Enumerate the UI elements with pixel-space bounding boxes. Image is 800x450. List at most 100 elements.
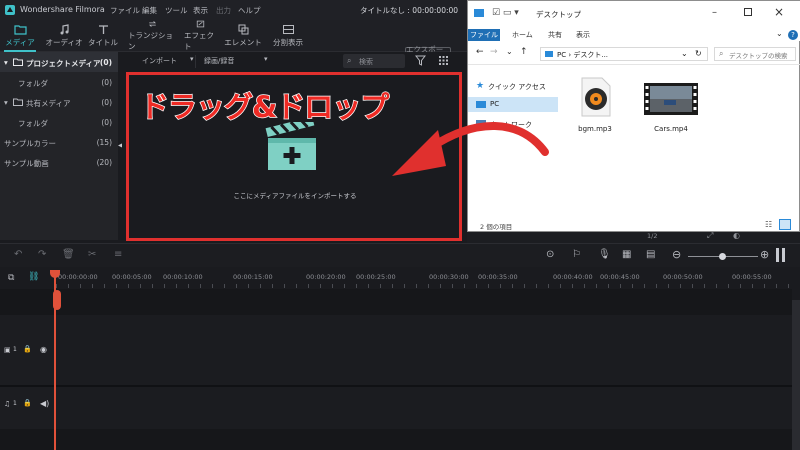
timeline-pause-bar-icon[interactable]: [782, 248, 785, 262]
ruler-tick-label: 00:00:45:00: [600, 273, 640, 281]
timeline-pause-bar-icon[interactable]: [776, 248, 779, 262]
sidebar-item-project-media[interactable]: ▾ プロジェクトメディア (0): [0, 52, 118, 72]
ruler-tick-label: 00:00:05:00: [112, 273, 152, 281]
playhead-marker[interactable]: [53, 290, 61, 310]
ruler-tick-label: 00:00:10:00: [163, 273, 203, 281]
menu-view[interactable]: 表示: [193, 5, 208, 16]
voiceover-icon[interactable]: ▤: [646, 249, 655, 260]
close-icon[interactable]: ×: [774, 5, 784, 19]
file-name: bgm.mp3: [578, 125, 612, 133]
path-input[interactable]: PC › デスクト... ⌄ ↻: [540, 47, 708, 61]
maximize-icon[interactable]: [744, 8, 752, 16]
sidebar-item-sample-videos[interactable]: サンプル動画 (20): [0, 152, 118, 172]
tab-elements[interactable]: エレメント: [224, 20, 262, 52]
chevron-down-icon[interactable]: ⌄: [681, 49, 688, 58]
ruler-tick-label: 00:00:55:00: [732, 273, 772, 281]
search-placeholder: デスクトップの検索: [729, 52, 788, 60]
record-dropdown[interactable]: 録画/録音 ▾: [198, 55, 276, 68]
grid-view-icon[interactable]: [438, 55, 449, 66]
import-dropdown[interactable]: インポート ▾: [124, 55, 196, 68]
link-icon[interactable]: ⛓: [28, 272, 39, 282]
eye-icon[interactable]: ◉: [40, 345, 47, 354]
clapperboard-import-icon[interactable]: [262, 122, 322, 172]
sidebar-item-sample-colors[interactable]: サンプルカラー (15): [0, 132, 118, 152]
explorer-status-bar: 2 個の項目 ☷: [468, 217, 800, 233]
explorer-search-input[interactable]: ⌕ デスクトップの検索: [714, 47, 796, 61]
speaker-icon[interactable]: ◀): [40, 399, 49, 408]
tab-audio-label: オーディオ: [45, 38, 83, 47]
timeline-toolbar: ↶ ↷ 🗑 ✂ ≡ ⊙ ⚐ 🎙 ▦ ▤ ⊖ ⊕: [0, 243, 800, 267]
video-file-icon: [644, 83, 698, 115]
file-item-cars[interactable]: Cars.mp4: [636, 77, 706, 149]
tab-titles[interactable]: タイトル: [88, 20, 118, 52]
zoom-out-icon[interactable]: ⊖: [672, 248, 681, 261]
lock-icon[interactable]: 🔒: [23, 399, 32, 407]
cut-icon[interactable]: ✂: [88, 249, 96, 260]
marker-icon[interactable]: ⚐: [572, 249, 581, 260]
timeline-ruler[interactable]: ⧉ ⛓ 00:00:00:00 00:00:05:00 00:00:10:00 …: [0, 267, 800, 289]
lock-icon[interactable]: 🔒: [23, 345, 32, 353]
volume-icon[interactable]: ◐: [733, 231, 740, 240]
music-note-icon: [60, 24, 69, 35]
timeline-tracks[interactable]: ▣ 1 🔒 ◉ ♫ 1 🔒 ◀): [0, 289, 792, 450]
adjust-icon[interactable]: ≡: [114, 249, 122, 260]
expand-arrow-icon[interactable]: ▾: [4, 98, 8, 107]
redo-icon[interactable]: ↷: [38, 249, 46, 260]
menu-tools[interactable]: ツール: [165, 5, 188, 16]
split-screen-icon: [282, 25, 294, 34]
ribbon-tab-share[interactable]: 共有: [548, 30, 562, 40]
search-icon: ⌕: [347, 56, 352, 65]
delete-icon[interactable]: 🗑: [62, 249, 75, 260]
audio-track-lane[interactable]: [56, 387, 792, 429]
help-icon[interactable]: ?: [788, 30, 798, 40]
zoom-in-icon[interactable]: ⊕: [760, 248, 769, 261]
explorer-title-bar: ☑ ▭ ▾ デスクトップ – ×: [468, 1, 800, 29]
render-preview-icon[interactable]: ⊙: [546, 249, 554, 260]
chevron-down-icon[interactable]: ⌄: [776, 29, 783, 38]
sidebar-item-folder[interactable]: フォルダ (0): [0, 112, 118, 132]
undo-icon[interactable]: ↶: [14, 249, 22, 260]
microphone-icon[interactable]: 🎙: [598, 249, 611, 260]
effects-icon: [196, 20, 204, 28]
timeline-vertical-scrollbar[interactable]: [792, 300, 800, 450]
tab-media[interactable]: メディア: [2, 20, 38, 52]
video-track-lane[interactable]: [56, 315, 792, 385]
back-arrow-icon[interactable]: ←: [476, 47, 484, 57]
explorer-ribbon-tabs: ファイル ホーム 共有 表示 ⌄ ?: [468, 29, 800, 41]
ribbon-tab-view[interactable]: 表示: [576, 30, 590, 40]
ribbon-tab-home[interactable]: ホーム: [512, 30, 533, 40]
tab-split-screen-label: 分割表示: [273, 38, 303, 47]
minimize-icon[interactable]: –: [712, 7, 717, 18]
audio-mixer-icon[interactable]: ▦: [622, 249, 631, 260]
menu-edit[interactable]: 編集: [142, 5, 157, 16]
chevron-down-icon[interactable]: ⌄: [506, 47, 513, 56]
expand-arrow-icon[interactable]: ▾: [4, 58, 8, 67]
up-arrow-icon[interactable]: ↑: [520, 47, 528, 57]
tab-transitions[interactable]: トランジション: [128, 20, 176, 52]
snapshot-icon[interactable]: ⤢: [707, 231, 713, 241]
menu-file[interactable]: ファイル: [110, 5, 140, 16]
details-view-icon[interactable]: ☷: [765, 220, 772, 229]
zoom-slider-handle[interactable]: [719, 253, 726, 260]
sidebar-item-folder[interactable]: フォルダ (0): [0, 72, 118, 92]
menu-help[interactable]: ヘルプ: [238, 5, 261, 16]
sidebar-item-label: プロジェクトメディア: [26, 59, 101, 68]
filter-icon[interactable]: [415, 55, 426, 66]
menu-output[interactable]: 出力: [216, 5, 231, 16]
tab-effects[interactable]: エフェクト: [184, 20, 216, 52]
sidebar-item-shared-media[interactable]: ▾ 共有メディア (0): [0, 92, 118, 112]
forward-arrow-icon[interactable]: →: [490, 47, 498, 57]
ribbon-tab-file[interactable]: ファイル: [468, 29, 500, 41]
large-icons-view-icon[interactable]: [779, 219, 791, 230]
refresh-icon[interactable]: ↻: [695, 49, 702, 58]
nav-item-quick-access[interactable]: ★ クイック アクセス: [468, 79, 558, 94]
file-item-bgm[interactable]: bgm.mp3: [564, 77, 626, 149]
quick-access-toolbar-icons[interactable]: ☑ ▭ ▾: [492, 8, 519, 18]
music-note-icon: ♫: [4, 400, 11, 408]
add-track-icon[interactable]: ⧉: [8, 273, 14, 283]
media-search-input[interactable]: ⌕ 検索: [343, 54, 405, 68]
tab-split-screen[interactable]: 分割表示: [270, 20, 306, 52]
tab-media-label: メディア: [5, 38, 35, 47]
app-name: Wondershare Filmora: [20, 5, 105, 14]
tab-audio[interactable]: オーディオ: [44, 20, 84, 52]
